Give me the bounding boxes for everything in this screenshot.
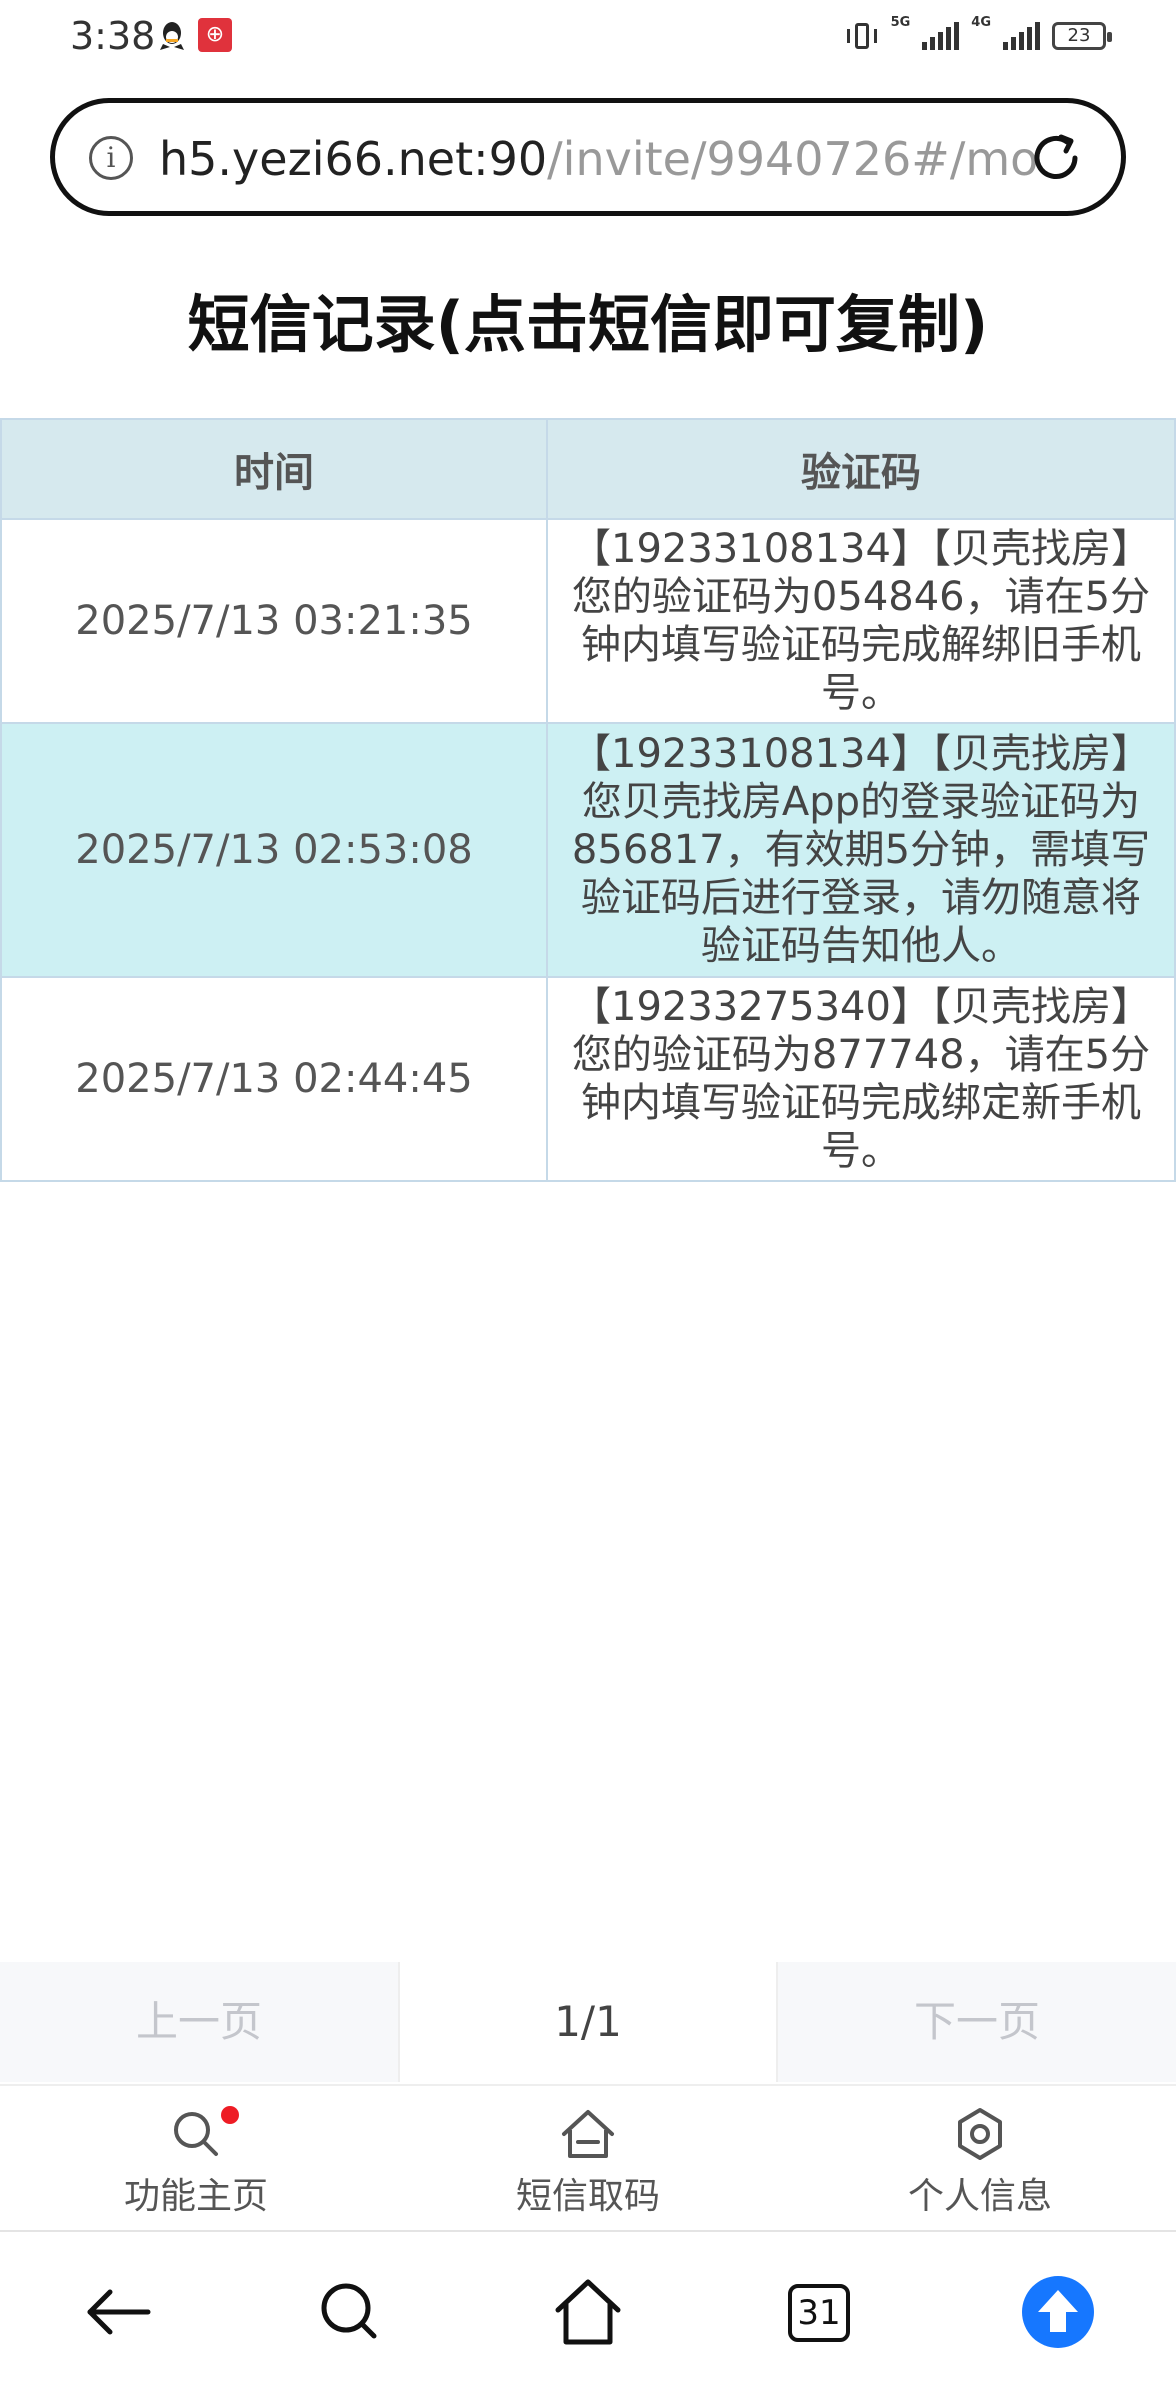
- page-title: 短信记录(点击短信即可复制): [187, 288, 989, 361]
- table-row[interactable]: 2025/7/13 02:53:08 【19233108134】【贝壳找房】您贝…: [0, 722, 1176, 978]
- qq-notification-icon: [160, 22, 184, 50]
- network-label-4g: 4G: [971, 15, 991, 30]
- row-time: 2025/7/13 02:44:45: [0, 976, 548, 1182]
- tab-label: 短信取码: [515, 2176, 660, 2217]
- row-message[interactable]: 【19233108134】【贝壳找房】您贝壳找房App的登录验证码为856817…: [546, 722, 1176, 978]
- tab-function-home[interactable]: 功能主页: [0, 2086, 392, 2232]
- home-icon: [562, 2110, 614, 2158]
- sms-table: 时间 验证码 2025/7/13 03:21:35 【19233108134】【…: [0, 418, 1176, 1182]
- pagination: 上一页 1/1 下一页: [0, 1962, 1176, 2082]
- info-icon[interactable]: i: [89, 136, 133, 180]
- prev-page-button[interactable]: 上一页: [0, 1962, 400, 2082]
- search-icon: [174, 2112, 218, 2156]
- page-indicator: 1/1: [554, 1997, 622, 2046]
- row-message[interactable]: 【19233275340】【贝壳找房】您的验证码为877748，请在5分钟内填写…: [546, 976, 1176, 1182]
- arrow-up-icon: [1038, 2290, 1078, 2332]
- url-path: /invite/9940726#/mor: [547, 132, 1039, 186]
- vibrate-icon: [845, 21, 879, 51]
- status-time: 3:38: [70, 14, 156, 58]
- address-bar[interactable]: i h5.yezi66.net:90/invite/9940726#/mor: [50, 98, 1126, 216]
- tab-sms-code[interactable]: 短信取码: [392, 2086, 784, 2232]
- status-bar: 3:38 ⊕ 5G 4G 23: [0, 0, 1176, 70]
- battery-icon: 23: [1052, 22, 1112, 50]
- browser-nav-bar: 31: [0, 2232, 1176, 2400]
- header-code: 验证码: [546, 418, 1176, 520]
- row-message[interactable]: 【19233108134】【贝壳找房】您的验证码为054846，请在5分钟内填写…: [546, 518, 1176, 724]
- app-tab-bar: 功能主页 短信取码 个人信息: [0, 2084, 1176, 2232]
- search-icon[interactable]: [310, 2272, 390, 2352]
- back-arrow-icon[interactable]: [78, 2272, 158, 2352]
- gear-icon: [958, 2108, 1002, 2160]
- tab-label: 功能主页: [123, 2176, 268, 2217]
- tab-label: 个人信息: [907, 2176, 1052, 2217]
- home-icon[interactable]: [548, 2272, 628, 2352]
- status-indicators: 5G 4G 23: [845, 15, 1112, 56]
- network-label-5g: 5G: [890, 15, 911, 30]
- table-row[interactable]: 2025/7/13 03:21:35 【19233108134】【贝壳找房】您的…: [0, 518, 1176, 724]
- signal-icon: [922, 22, 960, 50]
- row-time: 2025/7/13 03:21:35: [0, 518, 548, 724]
- table-header-row: 时间 验证码: [0, 418, 1176, 520]
- header-time: 时间: [0, 418, 548, 520]
- table-row[interactable]: 2025/7/13 02:44:45 【19233275340】【贝壳找房】您的…: [0, 976, 1176, 1182]
- url-host: h5.yezi66.net:90: [159, 132, 548, 186]
- notification-dot: [221, 2106, 239, 2124]
- next-page-button[interactable]: 下一页: [776, 1962, 1176, 2082]
- scroll-up-button[interactable]: [1022, 2276, 1094, 2348]
- app-notification-icon: ⊕: [198, 18, 232, 52]
- tabs-count-button[interactable]: 31: [788, 2284, 850, 2342]
- row-time: 2025/7/13 02:53:08: [0, 722, 548, 978]
- reload-icon[interactable]: [1027, 129, 1085, 187]
- url-text[interactable]: h5.yezi66.net:90/invite/9940726#/mor: [159, 127, 1039, 191]
- tab-personal-info[interactable]: 个人信息: [784, 2086, 1176, 2232]
- signal-icon-2: [1003, 22, 1040, 50]
